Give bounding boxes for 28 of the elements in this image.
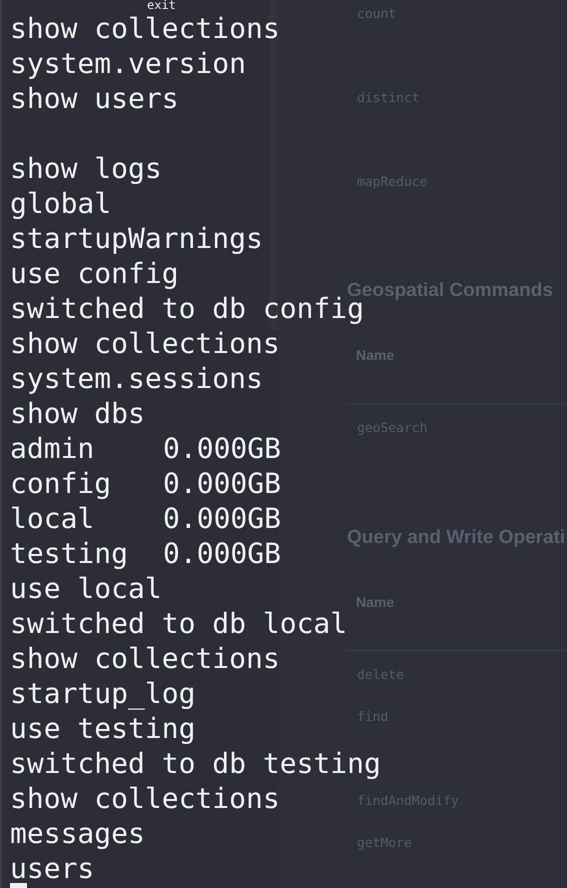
database-size: 0.000GB bbox=[163, 466, 282, 501]
database-name: local bbox=[10, 501, 96, 536]
database-size: 0.000GB bbox=[163, 501, 282, 536]
terminal-line: use config bbox=[10, 257, 179, 290]
database-name: config bbox=[10, 466, 112, 501]
database-name: admin bbox=[10, 431, 96, 466]
terminal-line: startup_log bbox=[10, 677, 196, 710]
terminal-line: exit bbox=[147, 0, 176, 12]
terminal-line: messages bbox=[10, 817, 145, 850]
terminal-line: system.sessions bbox=[10, 362, 263, 395]
terminal-line: show collections bbox=[10, 782, 280, 815]
terminal-line: use local bbox=[10, 572, 162, 605]
terminal-line: use testing bbox=[10, 712, 196, 745]
terminal-line: system.version bbox=[10, 47, 246, 80]
terminal-line: show logs bbox=[10, 152, 162, 185]
database-name: testing bbox=[10, 536, 130, 571]
terminal-line: show collections bbox=[10, 642, 280, 675]
terminal-line: startupWarnings bbox=[10, 222, 263, 255]
terminal-line: show dbs bbox=[10, 397, 145, 430]
database-size: 0.000GB bbox=[163, 536, 282, 571]
terminal-line: show collections bbox=[10, 327, 280, 360]
terminal-line: switched to db testing bbox=[10, 747, 381, 780]
terminal-line: switched to db local bbox=[10, 607, 348, 640]
database-size: 0.000GB bbox=[163, 431, 282, 466]
terminal-line: users bbox=[10, 852, 94, 885]
terminal-line: global bbox=[10, 187, 112, 220]
terminal-line: show collections bbox=[10, 12, 280, 45]
terminal-line: show users bbox=[10, 82, 179, 115]
